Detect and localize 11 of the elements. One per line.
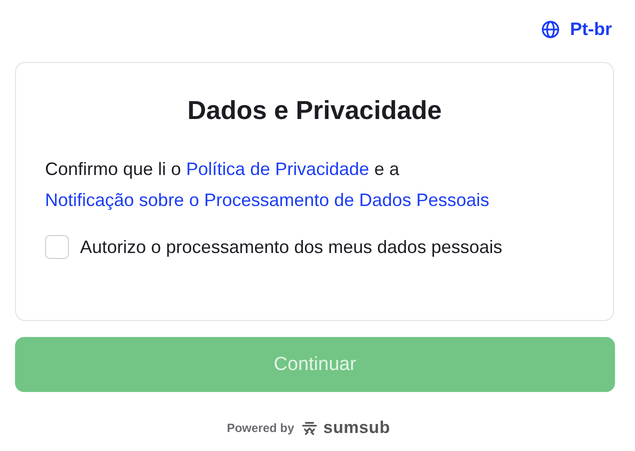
brand-name: sumsub — [323, 418, 390, 438]
checkbox-label: Autorizo o processamento dos meus dados pessoais — [80, 236, 502, 258]
sumsub-logo-icon — [300, 420, 320, 436]
powered-by-text: Powered by — [226, 421, 294, 435]
policy-link[interactable]: Notificação sobre o Processamento de Dados Pessoais — [45, 190, 490, 210]
consent-checkbox[interactable] — [45, 235, 69, 259]
language-selector[interactable]: Pt-br — [541, 19, 614, 40]
card-title: Dados e Privacidade — [186, 95, 443, 126]
policy-link[interactable]: Política de Privacidade — [186, 159, 370, 179]
globe-icon — [541, 20, 560, 39]
consent-text: Confirmo que li o Política de Privacidade e a Notificação sobre o Processamento de Dados Pessoais — [45, 158, 490, 212]
